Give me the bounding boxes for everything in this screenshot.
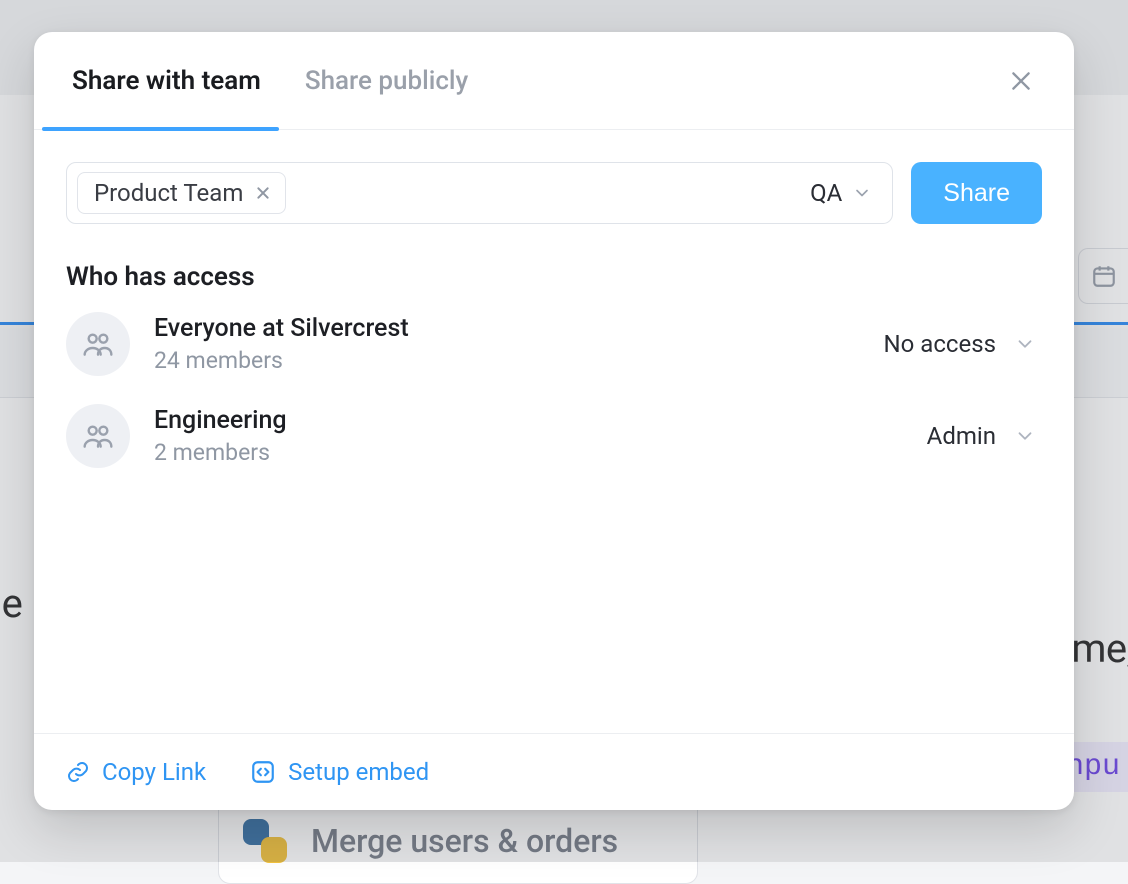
share-button[interactable]: Share xyxy=(911,162,1042,224)
modal-footer: Copy Link Setup embed xyxy=(34,733,1074,810)
access-who: Everyone at Silvercrest 24 members xyxy=(154,314,860,374)
tab-share-team[interactable]: Share with team xyxy=(64,32,269,130)
access-name: Engineering xyxy=(154,406,903,435)
recipient-chip-label: Product Team xyxy=(94,179,243,207)
copy-link-label: Copy Link xyxy=(102,758,206,786)
chevron-down-icon xyxy=(852,183,872,203)
embed-icon xyxy=(250,759,276,785)
role-select-value: QA xyxy=(810,179,842,207)
permission-select[interactable]: Admin xyxy=(927,422,1042,450)
access-row: Everyone at Silvercrest 24 members No ac… xyxy=(66,312,1042,376)
access-name: Everyone at Silvercrest xyxy=(154,314,860,343)
share-row: Product Team QA Share xyxy=(66,162,1042,224)
group-avatar xyxy=(66,312,130,376)
access-section-title: Who has access xyxy=(66,262,1042,292)
setup-embed-button[interactable]: Setup embed xyxy=(250,758,429,786)
remove-chip-button[interactable] xyxy=(255,185,271,201)
setup-embed-label: Setup embed xyxy=(288,758,429,786)
link-icon xyxy=(66,760,90,784)
role-select[interactable]: QA xyxy=(810,179,872,207)
permission-value: No access xyxy=(884,330,996,358)
tab-label: Share publicly xyxy=(305,66,468,96)
people-icon xyxy=(82,328,114,360)
permission-select[interactable]: No access xyxy=(884,330,1042,358)
access-meta: 2 members xyxy=(154,439,903,466)
tab-label: Share with team xyxy=(72,66,261,96)
access-list: Everyone at Silvercrest 24 members No ac… xyxy=(66,312,1042,468)
access-who: Engineering 2 members xyxy=(154,406,903,466)
access-row: Engineering 2 members Admin xyxy=(66,404,1042,468)
people-icon xyxy=(82,420,114,452)
share-button-label: Share xyxy=(943,179,1010,207)
group-avatar xyxy=(66,404,130,468)
chevron-down-icon xyxy=(1014,333,1036,355)
share-modal: Share with team Share publicly Product T… xyxy=(34,32,1074,810)
close-button[interactable] xyxy=(998,58,1044,104)
modal-tabs: Share with team Share publicly xyxy=(34,32,1074,130)
permission-value: Admin xyxy=(927,422,996,450)
access-meta: 24 members xyxy=(154,347,860,374)
close-icon xyxy=(1008,68,1034,94)
close-icon xyxy=(255,185,271,201)
copy-link-button[interactable]: Copy Link xyxy=(66,758,206,786)
tab-share-public[interactable]: Share publicly xyxy=(297,32,476,130)
recipient-input[interactable]: Product Team QA xyxy=(66,162,893,224)
modal-body: Product Team QA Share xyxy=(34,130,1074,733)
recipient-chip[interactable]: Product Team xyxy=(77,172,286,214)
chevron-down-icon xyxy=(1014,425,1036,447)
